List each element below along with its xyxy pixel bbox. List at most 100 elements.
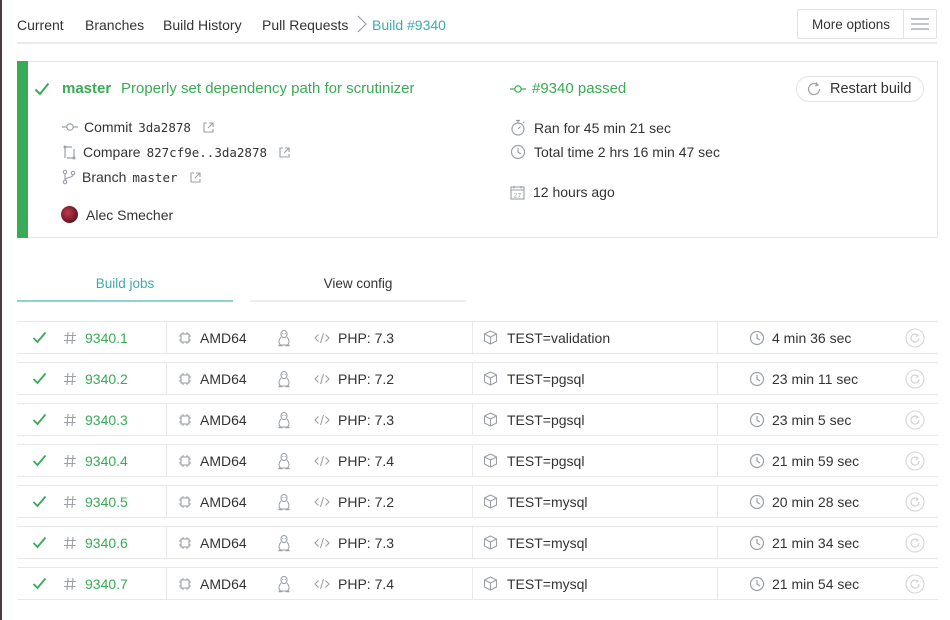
package-icon — [483, 404, 498, 435]
job-language: PHP: 7.3 — [338, 534, 395, 551]
more-options-button[interactable]: More options — [797, 9, 937, 39]
job-language: PHP: 7.3 — [338, 411, 395, 428]
column-divider — [472, 322, 473, 353]
restart-job-icon[interactable] — [905, 568, 925, 599]
tab-branches[interactable]: Branches — [85, 17, 144, 33]
cpu-icon — [178, 527, 192, 558]
tab-build-jobs[interactable]: Build jobs — [17, 276, 233, 302]
job-row[interactable]: 9340.5 AMD64 PHP: 7.2 TEST=mysql 20 min … — [17, 485, 938, 518]
passed-check-icon — [34, 82, 50, 96]
job-row[interactable]: 9340.7 AMD64 PHP: 7.4 TEST=mysql 21 min … — [17, 567, 938, 600]
build-status-text: #9340 passed — [532, 80, 627, 97]
column-divider — [166, 527, 167, 558]
restart-job-icon[interactable] — [905, 486, 925, 517]
job-env: TEST=mysql — [507, 534, 588, 551]
job-number-link[interactable]: 9340.5 — [85, 486, 128, 517]
linux-os-icon — [277, 486, 291, 517]
linux-os-icon — [277, 322, 291, 353]
restart-job-icon[interactable] — [905, 445, 925, 476]
branch-link[interactable]: master — [62, 80, 111, 97]
linux-os-icon — [277, 527, 291, 558]
job-language: PHP: 7.4 — [338, 575, 395, 592]
compare-icon — [62, 145, 77, 160]
clock-icon — [749, 527, 765, 558]
passed-check-icon — [32, 527, 47, 558]
job-row[interactable]: 9340.4 AMD64 PHP: 7.4 TEST=pgsql 21 min … — [17, 444, 938, 477]
package-icon — [483, 527, 498, 558]
restart-build-button[interactable]: Restart build — [796, 76, 924, 102]
column-divider — [166, 486, 167, 517]
restart-build-label: Restart build — [830, 81, 912, 97]
tab-build-current[interactable]: Build #9340 — [372, 17, 446, 33]
column-divider — [717, 404, 718, 435]
stopwatch-icon — [510, 119, 526, 136]
job-env: TEST=pgsql — [507, 370, 585, 387]
cpu-icon — [178, 568, 192, 599]
linux-os-icon — [277, 445, 291, 476]
branch-row: Branch master — [62, 169, 201, 185]
svg-text:27: 27 — [514, 192, 522, 199]
package-icon — [483, 445, 498, 476]
job-row[interactable]: 9340.2 AMD64 PHP: 7.2 TEST=pgsql 23 min … — [17, 362, 938, 395]
job-row[interactable]: 9340.1 AMD64 PHP: 7.3 TEST=validation 4 … — [17, 321, 938, 354]
column-divider — [166, 404, 167, 435]
avatar — [61, 206, 78, 223]
commit-row: Commit 3da2878 — [62, 119, 214, 135]
job-number-link[interactable]: 9340.2 — [85, 363, 128, 394]
hash-icon — [63, 404, 77, 435]
column-divider — [717, 445, 718, 476]
restart-job-icon[interactable] — [905, 527, 925, 558]
restart-job-icon[interactable] — [905, 322, 925, 353]
branch-value-link[interactable]: master — [132, 170, 177, 185]
job-number-link[interactable]: 9340.1 — [85, 322, 128, 353]
cpu-icon — [178, 404, 192, 435]
hamburger-menu-icon[interactable] — [903, 10, 936, 38]
compare-link[interactable]: 827cf9e..3da2878 — [147, 145, 267, 160]
job-number-link[interactable]: 9340.3 — [85, 404, 128, 435]
job-language: PHP: 7.2 — [338, 493, 395, 510]
job-number-link[interactable]: 9340.7 — [85, 568, 128, 599]
job-arch: AMD64 — [200, 329, 247, 346]
tab-build-history[interactable]: Build History — [163, 17, 242, 33]
window-edge — [0, 0, 2, 620]
job-env: TEST=mysql — [507, 493, 588, 510]
package-icon — [483, 322, 498, 353]
restart-job-icon[interactable] — [905, 404, 925, 435]
more-options-label: More options — [812, 17, 891, 32]
passed-check-icon — [32, 486, 47, 517]
job-number-link[interactable]: 9340.6 — [85, 527, 128, 558]
hash-icon — [63, 568, 77, 599]
author-row: Alec Smecher — [61, 206, 173, 223]
job-arch: AMD64 — [200, 411, 247, 428]
tab-pull-requests[interactable]: Pull Requests — [262, 17, 348, 33]
job-row[interactable]: 9340.3 AMD64 PHP: 7.3 TEST=pgsql 23 min … — [17, 403, 938, 436]
passed-check-icon — [32, 568, 47, 599]
commit-message[interactable]: Properly set dependency path for scrutin… — [121, 80, 415, 97]
column-divider — [717, 527, 718, 558]
branch-label: Branch — [82, 169, 127, 185]
job-row[interactable]: 9340.6 AMD64 PHP: 7.3 TEST=mysql 21 min … — [17, 526, 938, 559]
tab-current[interactable]: Current — [17, 17, 64, 33]
cpu-icon — [178, 322, 192, 353]
hash-icon — [63, 322, 77, 353]
build-status: #9340 passed — [510, 80, 626, 97]
build-summary: master Properly set dependency path for … — [17, 61, 938, 238]
external-link-icon[interactable] — [279, 146, 290, 158]
commit-sha-link[interactable]: 3da2878 — [138, 120, 191, 135]
clock-icon — [749, 404, 765, 435]
job-env: TEST=pgsql — [507, 411, 585, 428]
total-time-row: Total time 2 hrs 16 min 47 sec — [510, 144, 720, 160]
job-number-link[interactable]: 9340.4 — [85, 445, 128, 476]
column-divider — [166, 363, 167, 394]
finished-row: 27 12 hours ago — [510, 184, 615, 200]
restart-job-icon[interactable] — [905, 363, 925, 394]
external-link-icon[interactable] — [203, 121, 214, 133]
code-icon — [314, 568, 330, 599]
clock-icon — [749, 322, 765, 353]
tab-view-config[interactable]: View config — [250, 276, 466, 302]
external-link-icon[interactable] — [189, 171, 201, 183]
passed-check-icon — [32, 404, 47, 435]
total-time-text: Total time 2 hrs 16 min 47 sec — [534, 144, 720, 160]
column-divider — [472, 445, 473, 476]
clock-icon — [510, 144, 526, 160]
